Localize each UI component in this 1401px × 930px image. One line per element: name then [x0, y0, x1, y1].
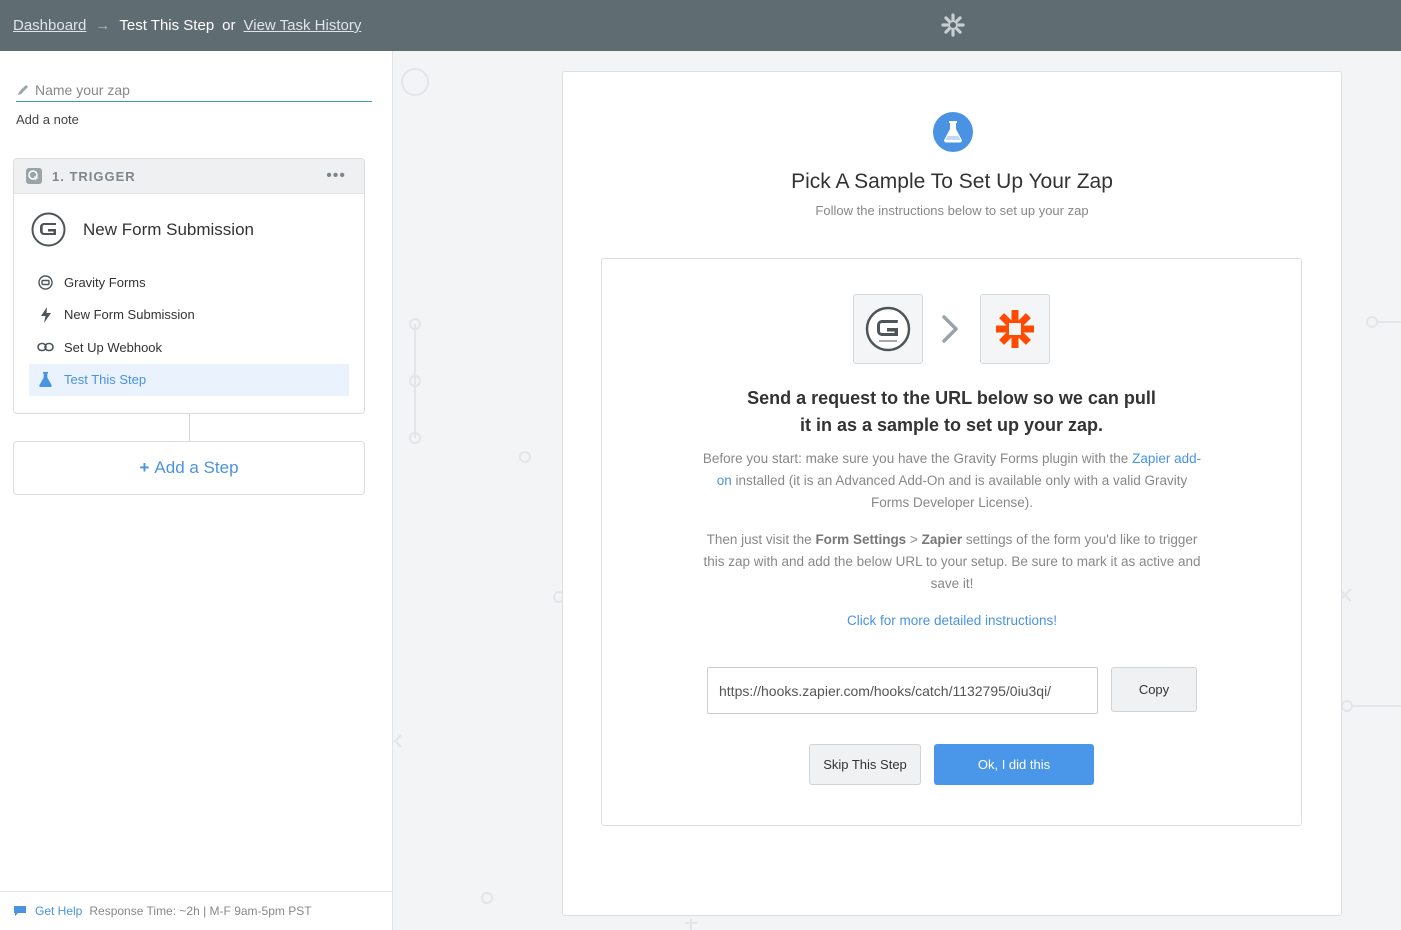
trigger-summary[interactable]: New Form Submission [14, 194, 364, 247]
step-new-form-submission[interactable]: New Form Submission [29, 299, 349, 331]
skip-step-button[interactable]: Skip This Step [809, 744, 921, 785]
form-settings-text: Form Settings [815, 532, 907, 547]
add-note-link[interactable]: Add a note [16, 112, 79, 127]
view-task-history-link[interactable]: View Task History [244, 17, 362, 34]
chat-bubble-icon [14, 906, 26, 916]
flask-badge-icon [933, 112, 973, 152]
trigger-steps: Gravity Forms New Form Submission Set Up… [14, 266, 364, 396]
top-bar: Dashboard → Test This Step or View Task … [0, 0, 1401, 51]
breadcrumb-dashboard-link[interactable]: Dashboard [13, 17, 86, 34]
response-time-text: Response Time: ~2h | M-F 9am-5pm PST [89, 904, 312, 918]
prerequisite-text: Before you start: make sure you have the… [702, 448, 1202, 514]
para1-text: Before you start: make sure you have the… [702, 451, 1129, 466]
trigger-title: New Form Submission [83, 219, 254, 239]
help-bar: Get Help Response Time: ~2h | M-F 9am-5p… [0, 891, 392, 930]
lightning-icon [37, 306, 54, 323]
step-label: Test This Step [64, 372, 147, 387]
detailed-instructions-link[interactable]: Click for more detailed instructions! [847, 613, 1057, 628]
add-step-label: Add a Step [154, 458, 239, 477]
separator: > [909, 532, 918, 547]
step-label: Gravity Forms [64, 274, 146, 290]
para1-text-end: installed (it is an Advanced Add-On and … [735, 473, 1188, 510]
step-label: Set Up Webhook [64, 339, 163, 355]
step-test-this-step[interactable]: Test This Step [29, 363, 349, 396]
zap-name-input[interactable] [35, 82, 355, 98]
breadcrumb-current: Test This Step [119, 17, 215, 34]
zapier-asterisk-icon [996, 310, 1034, 348]
trigger-header: 1. TRIGGER ••• [14, 159, 364, 194]
gravity-forms-icon [37, 274, 54, 291]
page-subtitle: Follow the instructions below to set up … [815, 203, 1089, 218]
gravity-forms-app-tile [853, 294, 923, 364]
sidebar: Add a note 1. TRIGGER ••• New Form Submi… [0, 51, 393, 930]
pencil-icon [18, 85, 28, 95]
trigger-icon [26, 168, 42, 184]
detailed-instructions: Click for more detailed instructions! [702, 610, 1202, 632]
webhook-url-input[interactable] [707, 667, 1098, 714]
get-help-link[interactable]: Get Help [35, 904, 82, 918]
setup-instructions-text: Then just visit the Form Settings > Zapi… [702, 529, 1202, 595]
trigger-card: 1. TRIGGER ••• New Form Submission Gravi… [13, 158, 365, 414]
headline-line-1: Send a request to the URL below so we ca… [747, 388, 1156, 408]
gravity-forms-logo-icon [865, 306, 911, 352]
trigger-label: 1. TRIGGER [52, 168, 136, 184]
para2-text: Then just visit the [706, 532, 812, 547]
instructions-headline: Send a request to the URL below so we ca… [602, 385, 1301, 439]
step-set-up-webhook[interactable]: Set Up Webhook [29, 331, 349, 363]
headline-line-2: it in as a sample to set up your zap. [799, 415, 1104, 435]
chain-link-icon [37, 339, 54, 356]
plus-icon: + [139, 458, 150, 477]
more-dots-icon[interactable]: ••• [326, 167, 346, 185]
instructions-box: Send a request to the URL below so we ca… [601, 258, 1302, 826]
zapier-app-tile [980, 294, 1050, 364]
page-title: Pick A Sample To Set Up Your Zap [791, 170, 1113, 193]
zapier-logo-icon[interactable] [940, 12, 966, 38]
add-step-button[interactable]: + Add a Step [13, 441, 365, 495]
step-label: New Form Submission [64, 307, 195, 322]
gravity-forms-logo-icon [31, 212, 66, 247]
sample-panel: Pick A Sample To Set Up Your Zap Follow … [562, 71, 1342, 916]
ok-did-this-button[interactable]: Ok, I did this [934, 744, 1094, 785]
breadcrumb-or: or [222, 17, 236, 34]
copy-button[interactable]: Copy [1111, 667, 1197, 712]
flask-icon [37, 371, 54, 388]
zapier-settings-text: Zapier [921, 532, 963, 547]
step-gravity-forms[interactable]: Gravity Forms [29, 266, 349, 298]
breadcrumb-arrow-icon: → [95, 17, 111, 34]
step-connector [189, 414, 190, 441]
zap-name-field [16, 79, 372, 102]
arrow-right-icon [942, 315, 958, 343]
